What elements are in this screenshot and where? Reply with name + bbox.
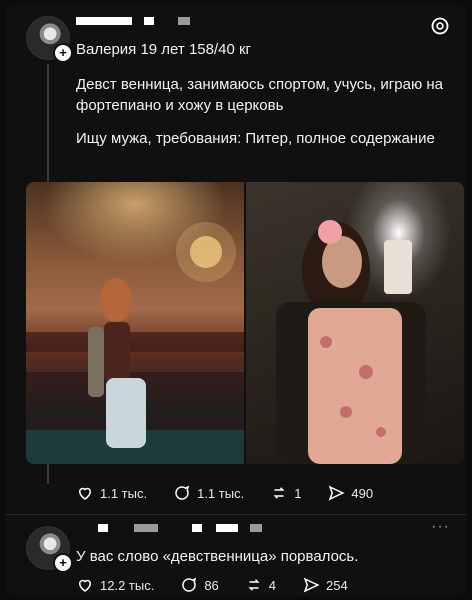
photo-carousel[interactable] (26, 182, 464, 464)
censored-username (250, 524, 262, 532)
comment-icon (182, 577, 197, 592)
repost-count: 1 (294, 485, 302, 501)
censored-username (144, 17, 154, 25)
post-header: Валерия 19 лет 158/40 кг (76, 41, 252, 58)
post-paragraph: Девст венница, занимаюсь спортом, учусь,… (76, 76, 444, 114)
reply-actions: 12.2 тыс. 86 4 254 (76, 576, 348, 594)
repost-icon (273, 487, 285, 499)
reply-text: У вас слово «девственница» порвалось. (76, 548, 359, 565)
follow-plus-icon[interactable]: + (53, 43, 73, 63)
like-count: 12.2 тыс. (100, 577, 155, 593)
repost-button[interactable]: 4 (245, 576, 276, 594)
post-actions: 1.1 тыс. 1.1 тыс. 1 490 (76, 484, 373, 502)
comment-count: 86 (204, 577, 219, 593)
comment-button[interactable]: 86 (180, 576, 219, 594)
censored-username (76, 17, 132, 25)
censored-username (216, 524, 238, 532)
avatar[interactable]: + (26, 16, 73, 63)
comment-icon (175, 485, 190, 500)
send-icon (329, 485, 345, 501)
post-paragraph: Ищу мужа, требования: Питер, полное соде… (76, 130, 435, 147)
share-button[interactable]: 490 (327, 484, 373, 502)
comment-count: 1.1 тыс. (197, 485, 245, 501)
censored-username (178, 17, 190, 25)
photo-theatre[interactable] (26, 182, 244, 464)
threads-icon[interactable] (430, 16, 450, 36)
send-icon (303, 577, 320, 593)
comment-button[interactable]: 1.1 тыс. (173, 484, 244, 502)
photo-mirror-selfie[interactable] (246, 182, 464, 464)
share-button[interactable]: 254 (302, 576, 348, 594)
share-count: 490 (351, 485, 374, 501)
like-count: 1.1 тыс. (100, 485, 148, 501)
divider (6, 514, 466, 515)
more-options-button[interactable]: ··· (431, 518, 450, 536)
avatar[interactable]: + (26, 526, 73, 573)
share-count: 254 (326, 577, 348, 593)
censored-username (134, 524, 158, 532)
follow-plus-icon[interactable]: + (53, 553, 73, 573)
repost-count: 4 (268, 577, 277, 593)
repost-button[interactable]: 1 (270, 484, 301, 502)
heart-icon (78, 487, 92, 500)
threads-feed: + Валерия 19 лет 158/40 кг Девст венница… (6, 4, 466, 596)
like-button[interactable]: 1.1 тыс. (76, 484, 147, 502)
like-button[interactable]: 12.2 тыс. (76, 576, 154, 594)
repost-icon (248, 579, 260, 591)
censored-username (98, 524, 108, 532)
censored-username (192, 524, 202, 532)
heart-icon (78, 579, 92, 592)
